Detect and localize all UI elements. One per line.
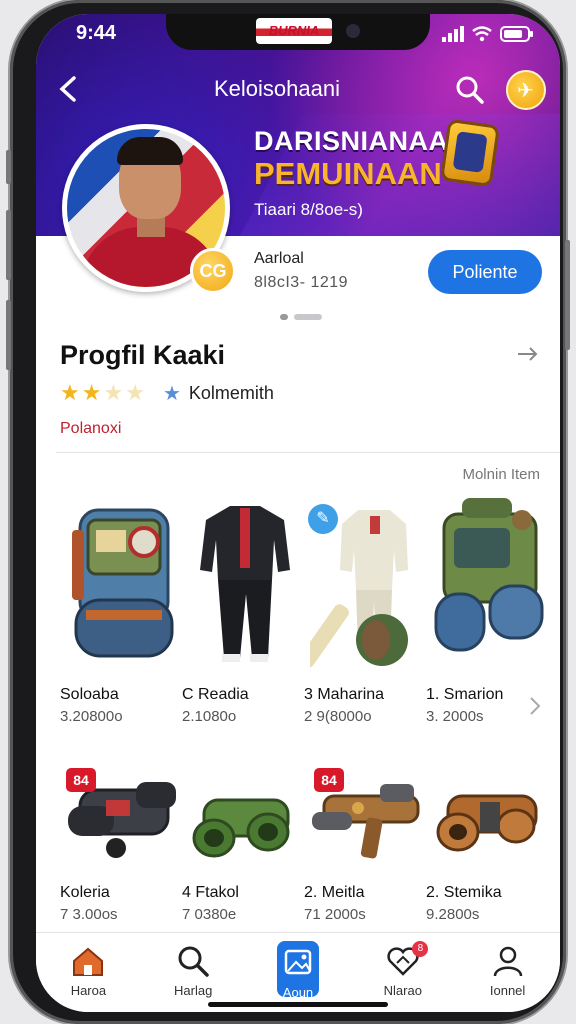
phone-frame: BURNIA 9:44 Keloisohaani ✈ DARISNIANAAN … — [6, 0, 570, 1024]
tab-search[interactable]: Harlag — [141, 933, 246, 1012]
wifi-icon — [472, 26, 492, 42]
discount-tag: 84 — [314, 768, 344, 792]
signal-icon — [442, 26, 464, 42]
hair — [117, 137, 183, 165]
heavy-cannon-icon — [68, 782, 176, 858]
home-indicator[interactable] — [208, 1002, 388, 1007]
player-name: Aarloal — [254, 250, 304, 267]
mute-switch — [6, 150, 11, 184]
tab-label: Ionnel — [489, 983, 526, 998]
tab-label: Harlag — [174, 983, 213, 998]
volume-up-button — [6, 210, 11, 280]
notification-badge: 8 — [412, 941, 429, 957]
star-icon: ★ — [60, 380, 80, 405]
bronze-binoculars-icon — [436, 794, 538, 852]
volume-down-button — [6, 300, 11, 370]
item-price: 71 2000s — [304, 906, 366, 923]
page-title: Keloisohaani — [214, 76, 340, 101]
tab-label: Haroa — [70, 983, 107, 998]
arrow-right-icon[interactable] — [516, 344, 540, 364]
item-price: 7 0380e — [182, 906, 237, 923]
binoculars-icon — [192, 798, 290, 858]
level-label: Kolmemith — [188, 382, 274, 403]
discount-tag: 84 — [66, 768, 96, 792]
tab-profile[interactable]: Ionnel — [455, 933, 560, 1012]
item-card[interactable]: 2. Stemika 9.2800s — [426, 490, 550, 923]
search-icon[interactable] — [454, 74, 486, 106]
bottom-tab-bar: Haroa Harlag Aoun 8 Nlarao Ionnel — [36, 932, 560, 1012]
carousel-dot — [294, 314, 322, 320]
carousel-indicator[interactable] — [280, 314, 322, 320]
tab-home[interactable]: Haroa — [36, 933, 141, 1012]
clock: 9:44 — [76, 22, 117, 44]
app-screen: BURNIA 9:44 Keloisohaani ✈ DARISNIANAAN … — [36, 14, 560, 1012]
tab-favorites[interactable]: 8 Nlarao — [350, 933, 455, 1012]
blaster-icon — [312, 784, 420, 859]
item-name: Koleria — [60, 884, 110, 901]
trophy-badge-icon — [439, 118, 501, 188]
top-app-bar: Keloisohaani — [36, 68, 560, 112]
item-price: 7 3.00os — [60, 906, 118, 923]
item-card[interactable]: 84 2. Meitla 71 2000s — [304, 490, 428, 923]
profile-icon — [493, 946, 522, 977]
battery-icon — [500, 26, 533, 42]
status-icons — [442, 26, 534, 42]
player-stats: 8l8cI3- 1219 — [254, 274, 349, 291]
item-card[interactable]: 4 Ftakol 7 0380e — [182, 490, 306, 923]
item-price: 9.2800s — [426, 906, 480, 923]
star-empty-icon: ★ — [103, 380, 124, 405]
divider — [56, 452, 560, 453]
tab-label: Nlarao — [383, 983, 422, 998]
item-name: 2. Meitla — [304, 884, 365, 901]
item-name: 4 Ftakol — [182, 884, 239, 901]
carousel-dot-active — [280, 314, 288, 320]
section-title: Progfil Kaaki — [60, 340, 226, 370]
tab-label: Aoun — [282, 985, 314, 1000]
chevron-right-icon[interactable] — [528, 696, 542, 716]
rating: ★ ★ ★ ★ ★ Kolmemith — [60, 380, 274, 406]
star-empty-icon: ★ — [125, 380, 145, 405]
banner-heading: DARISNIANAAN — [254, 126, 469, 156]
status-bar: 9:44 — [76, 22, 534, 48]
tab-gallery[interactable]: Aoun — [246, 933, 351, 1012]
coin-badge[interactable]: CG — [190, 248, 236, 294]
banner-subheading: PEMUINAAN — [254, 156, 442, 191]
banner-caption: Tiaari 8/8oe-s) — [254, 200, 363, 219]
power-button — [565, 240, 570, 350]
back-arrow-icon[interactable] — [52, 72, 86, 106]
more-items-link[interactable]: Molnin Item — [462, 466, 540, 483]
tagline: Polanoxi — [60, 420, 122, 437]
item-card[interactable]: 84 Koleria 7 3.00os — [60, 490, 184, 923]
search-icon — [178, 946, 209, 977]
level-star-icon: ★ — [162, 382, 181, 405]
follow-button[interactable]: Poliente — [428, 250, 542, 294]
star-icon: ★ — [81, 380, 102, 405]
user-avatar[interactable] — [506, 70, 546, 110]
item-name: 2. Stemika — [426, 884, 502, 901]
home-icon — [73, 947, 104, 976]
